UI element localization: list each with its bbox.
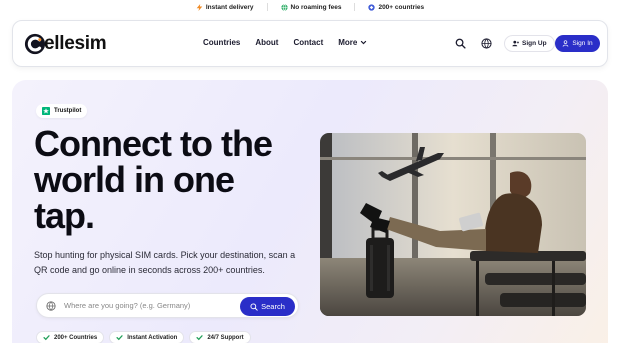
check-icon	[116, 335, 123, 341]
feature-instant-delivery: Instant delivery	[183, 3, 267, 11]
nav-more-label: More	[338, 38, 358, 47]
headline-line: world in one	[34, 159, 235, 200]
user-plus-icon	[512, 40, 519, 47]
chevron-down-icon	[361, 40, 367, 45]
chip-label: 24/7 Support	[207, 334, 244, 341]
chip-label: Instant Activation	[127, 334, 178, 341]
nav-about[interactable]: About	[255, 38, 278, 47]
search-icon[interactable]	[455, 38, 466, 49]
feature-label: No roaming fees	[290, 3, 342, 11]
hero-image	[320, 133, 586, 316]
hero-headline: Connect to the world in one tap.	[34, 126, 314, 234]
check-icon	[196, 335, 203, 341]
nav-contact[interactable]: Contact	[293, 38, 323, 47]
feature-label: 200+ countries	[378, 3, 425, 11]
headline-line: Connect to the	[34, 123, 273, 164]
feature-no-roaming: No roaming fees	[268, 4, 355, 11]
search-button-label: Search	[261, 302, 285, 311]
trustpilot-badge[interactable]: Trustpilot	[36, 104, 88, 118]
chip-support: 24/7 Support	[189, 331, 251, 343]
sign-up-button[interactable]: Sign Up	[504, 35, 555, 52]
chip-label: 200+ Countries	[54, 334, 98, 341]
hero-subtext: Stop hunting for physical SIM cards. Pic…	[34, 250, 296, 275]
chip-activation: Instant Activation	[109, 331, 185, 343]
main-nav: Countries About Contact More	[203, 38, 367, 47]
sign-in-label: Sign In	[572, 40, 593, 47]
user-icon	[563, 40, 569, 47]
announcement-bar: Instant delivery No roaming fees 200+ co…	[0, 0, 620, 14]
search-input[interactable]: Where are you going? (e.g. Germany)	[64, 301, 190, 310]
star-icon	[42, 107, 50, 115]
chip-countries: 200+ Countries	[36, 331, 105, 343]
feature-chips: 200+ Countries Instant Activation 24/7 S…	[36, 331, 251, 343]
airport-traveler-illustration	[320, 133, 586, 316]
search-button[interactable]: Search	[240, 297, 295, 316]
search-icon	[250, 302, 258, 311]
nav-more[interactable]: More	[338, 38, 367, 47]
nav-countries[interactable]: Countries	[203, 38, 240, 47]
sign-in-button[interactable]: Sign In	[555, 35, 600, 52]
sign-up-label: Sign Up	[522, 40, 547, 47]
trustpilot-label: Trustpilot	[54, 108, 82, 114]
globe-icon	[46, 301, 56, 311]
site-header: ellesim Countries About Contact More Sig…	[12, 20, 608, 67]
destination-search: Where are you going? (e.g. Germany) Sear…	[36, 293, 299, 318]
brand-name: ellesim	[44, 33, 107, 54]
feature-label: Instant delivery	[205, 3, 254, 11]
bolt-icon	[196, 3, 203, 11]
brand-logo[interactable]: ellesim	[24, 30, 107, 58]
hero-section: Trustpilot Connect to the world in one t…	[12, 80, 608, 343]
globe-icon	[280, 3, 288, 11]
headline-line: tap.	[34, 195, 95, 236]
logo-mark-icon	[24, 33, 46, 55]
check-icon	[43, 335, 50, 341]
language-globe-icon[interactable]	[481, 38, 492, 49]
feature-countries: 200+ countries	[355, 4, 437, 11]
signal-icon	[368, 3, 376, 11]
